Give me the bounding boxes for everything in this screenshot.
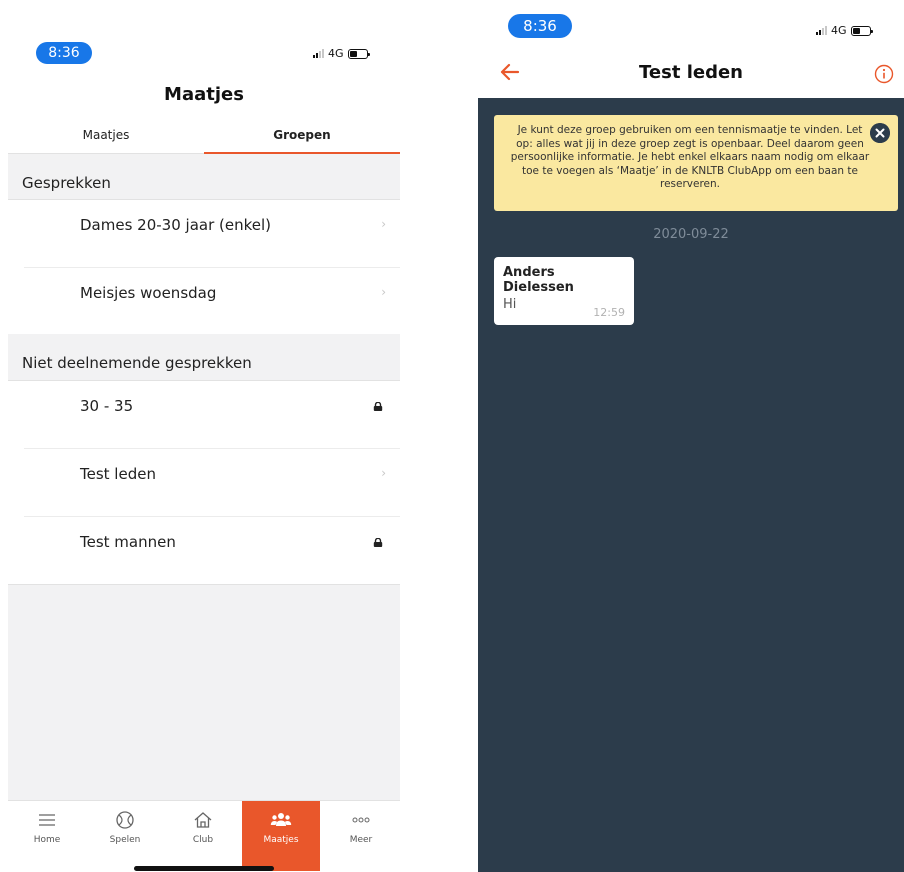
lock-icon xyxy=(373,402,383,411)
section-header-niet-deelnemend: Niet deelnemende gesprekken xyxy=(8,334,400,381)
chevron-right-icon: › xyxy=(381,466,386,480)
chevron-right-icon: › xyxy=(381,217,386,231)
date-separator: 2020-09-22 xyxy=(653,227,729,242)
network-label: 4G xyxy=(328,47,344,60)
list-item[interactable]: 30 - 35 xyxy=(24,381,400,449)
bottom-tab-bar: Home Spelen Club Maatjes Meer xyxy=(8,800,400,872)
tabbar-label: Meer xyxy=(349,835,373,845)
tab-maatjes[interactable]: Maatjes xyxy=(8,118,204,154)
signal-icon xyxy=(313,49,324,58)
list-item-label: Dames 20-30 jaar (enkel) xyxy=(80,216,271,234)
close-icon[interactable] xyxy=(870,123,890,143)
home-indicator[interactable] xyxy=(134,866,274,871)
battery-icon xyxy=(347,48,370,59)
chat-title: Test leden xyxy=(639,62,743,83)
list-item-label: Test leden xyxy=(80,465,156,483)
tabbar-label: Club xyxy=(192,835,214,845)
house-icon xyxy=(194,812,212,828)
network-label: 4G xyxy=(831,24,847,37)
empty-area xyxy=(8,584,400,800)
page-title: Maatjes xyxy=(164,84,244,105)
tabbar-meer[interactable]: Meer xyxy=(322,801,400,872)
status-indicators: 4G xyxy=(313,47,370,60)
message-sender: Anders Dielessen xyxy=(503,265,574,295)
more-dots-icon xyxy=(352,817,370,823)
list-item[interactable]: Meisjes woensdag › xyxy=(24,268,400,336)
tabbar-home[interactable]: Home xyxy=(8,801,86,872)
tabbar-label: Home xyxy=(33,835,61,845)
list-item-label: Test mannen xyxy=(80,533,176,551)
list-item-label: 30 - 35 xyxy=(80,397,134,415)
message-time: 12:59 xyxy=(593,306,625,319)
tabbar-label: Spelen xyxy=(109,835,141,845)
lock-icon xyxy=(373,538,383,547)
status-time: 8:36 xyxy=(36,42,92,64)
signal-icon xyxy=(816,26,827,35)
tabbar-maatjes[interactable]: Maatjes xyxy=(242,801,320,871)
tabbar-spelen[interactable]: Spelen xyxy=(86,801,164,872)
list-item[interactable]: Test leden › xyxy=(24,449,400,517)
list-item[interactable]: Dames 20-30 jaar (enkel) › xyxy=(24,200,400,268)
group-notice: Je kunt deze groep gebruiken om een tenn… xyxy=(494,115,898,211)
message-bubble[interactable]: Anders Dielessen Hi 12:59 xyxy=(494,257,634,325)
list-item[interactable]: Test mannen xyxy=(24,517,400,585)
screenshot-stage: 8:36 4G Maatjes Maatjes Groepen Gesprekk… xyxy=(0,0,904,872)
groups-screen: 8:36 4G Maatjes Maatjes Groepen Gesprekk… xyxy=(8,0,400,872)
tabbar-club[interactable]: Club xyxy=(164,801,242,872)
battery-icon xyxy=(850,25,873,36)
status-indicators: 4G xyxy=(816,24,873,37)
chevron-right-icon: › xyxy=(381,285,386,299)
list-item-label: Meisjes woensdag xyxy=(80,284,217,302)
people-group-icon xyxy=(270,813,292,826)
tabbar-label: Maatjes xyxy=(263,835,299,845)
tennis-ball-icon xyxy=(116,811,134,829)
status-time: 8:36 xyxy=(508,14,572,38)
chat-header: 8:36 4G Test leden xyxy=(478,0,904,98)
segment-tabs: Maatjes Groepen xyxy=(8,118,400,154)
chat-screen: 8:36 4G Test leden Je kunt deze groep ge… xyxy=(478,0,904,872)
info-icon[interactable] xyxy=(874,64,894,84)
section-header-gesprekken: Gesprekken xyxy=(8,154,400,200)
menu-lines-icon xyxy=(39,814,55,826)
tab-groepen[interactable]: Groepen xyxy=(204,118,400,154)
